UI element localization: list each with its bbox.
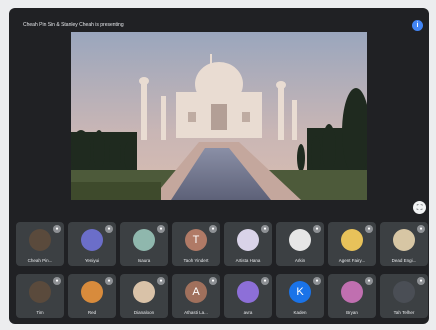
participant-name: Agent Fairy...: [338, 258, 366, 263]
participant-tile[interactable]: ● avra: [224, 274, 272, 318]
avatar: [133, 229, 155, 251]
participant-name: Tah Telher: [393, 310, 415, 315]
participant-tile[interactable]: ● Dianaloon: [120, 274, 168, 318]
pin-icon[interactable]: ●: [105, 277, 113, 285]
pin-icon[interactable]: ●: [261, 225, 269, 233]
pin-icon[interactable]: ●: [261, 277, 269, 285]
participant-name: Kaden: [293, 310, 307, 315]
pin-icon[interactable]: ●: [417, 225, 425, 233]
participant-tile[interactable]: A ● Athasti La...: [172, 274, 220, 318]
participant-name: Tim: [36, 310, 44, 315]
pin-icon[interactable]: ●: [53, 277, 61, 285]
shared-screen-image: [71, 32, 367, 200]
avatar: [289, 229, 311, 251]
participant-name: Taoh Yindert: [183, 258, 209, 263]
pin-icon[interactable]: ●: [209, 277, 217, 285]
participant-name: Arkin: [294, 258, 306, 263]
shared-screen: [71, 32, 367, 200]
pin-icon[interactable]: ●: [313, 225, 321, 233]
participant-name: Dianaloon: [133, 310, 155, 315]
avatar: [237, 229, 259, 251]
participant-name: Isaura: [137, 258, 151, 263]
fullscreen-icon[interactable]: ⛶: [413, 201, 426, 214]
participant-name: Red: [87, 310, 97, 315]
avatar: [81, 229, 103, 251]
participant-name: avra: [243, 310, 253, 315]
avatar: [393, 229, 415, 251]
pin-icon[interactable]: ●: [209, 225, 217, 233]
presenting-banner: Cheah Pin Sin & Stanley Cheah is present…: [23, 22, 124, 28]
avatar: [81, 281, 103, 303]
participant-tile[interactable]: ● Dead Engi...: [380, 222, 428, 266]
pin-icon[interactable]: ●: [157, 277, 165, 285]
participant-tile[interactable]: ● Red: [68, 274, 116, 318]
participant-tile[interactable]: ● Isaura: [120, 222, 168, 266]
participant-tile[interactable]: ● Bryan: [328, 274, 376, 318]
participant-name: Yeniyui: [84, 258, 100, 263]
pin-icon[interactable]: ●: [313, 277, 321, 285]
info-icon[interactable]: i: [412, 20, 423, 31]
avatar: A: [185, 281, 207, 303]
participant-tile[interactable]: ● Tah Telher: [380, 274, 428, 318]
avatar: [133, 281, 155, 303]
pin-icon[interactable]: ●: [157, 225, 165, 233]
pin-icon[interactable]: ●: [417, 277, 425, 285]
avatar: K: [289, 281, 311, 303]
participant-tile[interactable]: K ● Kaden: [276, 274, 324, 318]
avatar: [341, 229, 363, 251]
avatar: [237, 281, 259, 303]
participant-tile[interactable]: ● Cheah Pin...: [16, 222, 64, 266]
participant-tile[interactable]: T ● Taoh Yindert: [172, 222, 220, 266]
participant-name: Athasti La...: [184, 310, 208, 315]
meeting-window: Cheah Pin Sin & Stanley Cheah is present…: [9, 8, 429, 324]
pin-icon[interactable]: ●: [53, 225, 61, 233]
avatar: [29, 229, 51, 251]
participant-name: Artista Hana: [235, 258, 261, 263]
pin-icon[interactable]: ●: [105, 225, 113, 233]
participant-name: Cheah Pin...: [27, 258, 53, 263]
pin-icon[interactable]: ●: [365, 277, 373, 285]
avatar: T: [185, 229, 207, 251]
participant-name: Bryan: [346, 310, 358, 315]
avatar: [341, 281, 363, 303]
participant-tile[interactable]: ● Agent Fairy...: [328, 222, 376, 266]
avatar: [29, 281, 51, 303]
pin-icon[interactable]: ●: [365, 225, 373, 233]
participant-tile[interactable]: ● Yeniyui: [68, 222, 116, 266]
avatar: [393, 281, 415, 303]
participant-name: Dead Engi...: [391, 258, 417, 263]
participant-tile[interactable]: ● Artista Hana: [224, 222, 272, 266]
participant-tile[interactable]: ● Arkin: [276, 222, 324, 266]
participant-tile[interactable]: ● Tim: [16, 274, 64, 318]
